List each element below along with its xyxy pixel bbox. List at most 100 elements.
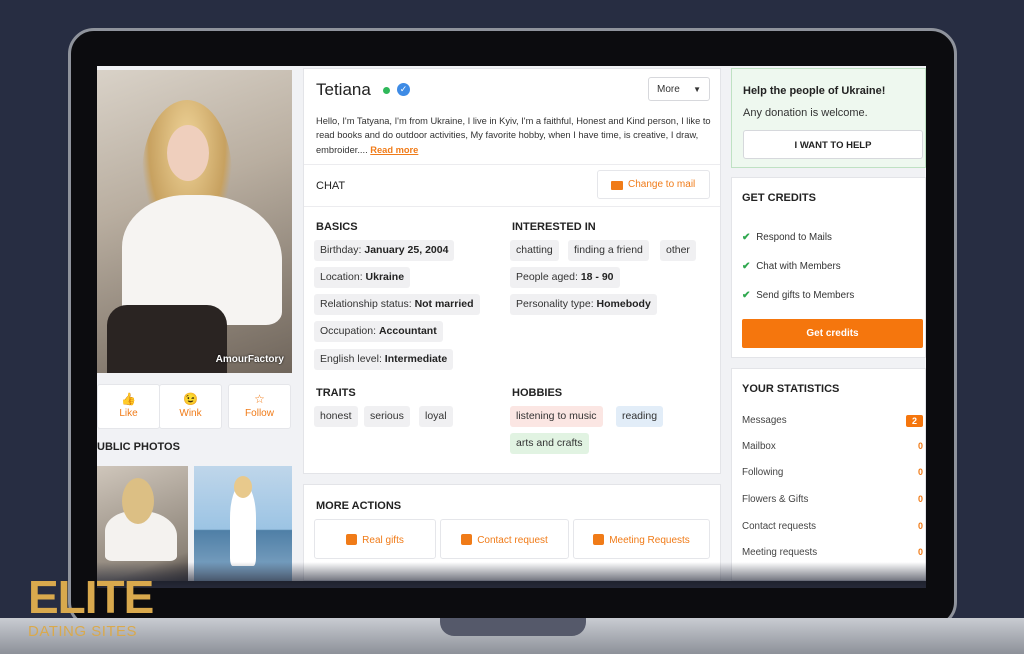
stat-row-messages[interactable]: Messages 2 [742, 415, 923, 427]
read-more-link[interactable]: Read more [370, 145, 418, 155]
follow-button[interactable]: ☆ Follow [228, 384, 291, 429]
profile-photo[interactable]: AmourFactory [97, 70, 292, 373]
change-to-mail-button[interactable]: Change to mail [597, 170, 710, 199]
thumb-figure [230, 486, 256, 566]
chevron-down-icon: ▼ [693, 85, 701, 94]
trait-tag: serious [364, 406, 410, 427]
real-gifts-button[interactable]: Real gifts [314, 519, 436, 559]
stat-value: 0 [917, 547, 923, 557]
stat-row-mailbox[interactable]: Mailbox 0 [742, 441, 923, 452]
divider [304, 206, 720, 207]
coffee-cup-icon [593, 534, 605, 545]
benefit-label: Respond to Mails [756, 232, 832, 243]
basics-chip: Location: Ukraine [314, 267, 411, 288]
hobby-tag: listening to music [510, 406, 603, 427]
stat-value: 0 [917, 441, 923, 451]
stat-value: 2 [905, 415, 923, 427]
help-title: Help the people of Ukraine! [743, 85, 886, 97]
star-icon: ☆ [254, 392, 265, 406]
profile-card: Tetiana ✓ More ▼ Hello, I'm Tatyana, I'm… [303, 68, 721, 474]
stat-row-contact-requests[interactable]: Contact requests 0 [742, 521, 923, 532]
chip-label: Relationship status: [320, 298, 412, 310]
chip-label: Birthday: [320, 244, 362, 256]
chip-value: January 25, 2004 [364, 244, 449, 256]
checkmark-icon: ✔ [742, 290, 751, 301]
stat-label: Following [742, 467, 784, 478]
stat-row-following[interactable]: Following 0 [742, 467, 923, 478]
stat-value: 0 [917, 521, 923, 531]
interest-tag: finding a friend [568, 240, 649, 261]
interest-tag: chatting [510, 240, 559, 261]
basics-title: BASICS [316, 221, 358, 233]
divider [304, 164, 720, 165]
basics-chip: Birthday: January 25, 2004 [314, 240, 455, 261]
stat-row-flowers-gifts[interactable]: Flowers & Gifts 0 [742, 494, 923, 505]
get-credits-button[interactable]: Get credits [742, 319, 923, 348]
personality-chip: Personality type: Homebody [510, 294, 657, 315]
photo-leg-shape [107, 305, 227, 373]
screen-bottom-fade [97, 562, 926, 588]
i-want-to-help-button[interactable]: I WANT TO HELP [743, 130, 923, 159]
basics-chip: Occupation: Accountant [314, 321, 443, 342]
hobbies-title: HOBBIES [512, 387, 563, 399]
chip-value: 18 - 90 [580, 271, 614, 283]
stat-label: Meeting requests [742, 547, 818, 558]
thumb-head [122, 478, 154, 524]
chip-value: Not married [414, 298, 474, 310]
wink-label: Wink [179, 408, 202, 419]
trait-tag: honest [314, 406, 358, 427]
logo-main-text: ELITE [28, 571, 154, 623]
thumbs-up-icon: 👍 [121, 392, 136, 406]
chip-value: Ukraine [365, 271, 405, 283]
chat-label: CHAT [316, 180, 346, 192]
gift-icon [346, 534, 358, 545]
hobby-tag: arts and crafts [510, 433, 589, 454]
wink-button[interactable]: 😉 Wink [159, 384, 222, 429]
photo-watermark: AmourFactory [215, 354, 284, 365]
laptop-notch [440, 618, 586, 636]
statistics-title: YOUR STATISTICS [742, 383, 840, 395]
contact-request-label: Contact request [477, 535, 548, 546]
meeting-requests-button[interactable]: Meeting Requests [573, 519, 710, 559]
get-credits-title: GET CREDITS [742, 192, 816, 204]
more-actions-title: MORE ACTIONS [316, 500, 402, 512]
verified-check-icon: ✓ [397, 83, 410, 96]
stat-row-meeting-requests[interactable]: Meeting requests 0 [742, 547, 923, 558]
basics-chip: English level: Intermediate [314, 349, 454, 370]
like-button[interactable]: 👍 Like [97, 384, 160, 429]
benefit-label: Chat with Members [756, 261, 841, 272]
contact-request-button[interactable]: Contact request [440, 519, 569, 559]
thumb-head [234, 476, 252, 498]
chip-label: English level: [320, 353, 382, 365]
stat-label: Flowers & Gifts [742, 494, 809, 505]
chip-label: Location: [320, 271, 363, 283]
meeting-requests-label: Meeting Requests [609, 535, 690, 546]
elite-dating-sites-logo: ELITE DATING SITES [0, 564, 175, 654]
get-credits-card: GET CREDITS ✔ Respond to Mails ✔ Chat with… [731, 177, 926, 358]
benefit-label: Send gifts to Members [756, 290, 855, 301]
profile-bio: Hello, I'm Tatyana, I'm from Ukraine, I … [316, 114, 716, 157]
more-dropdown[interactable]: More ▼ [648, 77, 710, 101]
trait-tag: loyal [419, 406, 453, 427]
profile-name: Tetiana [316, 80, 371, 99]
chip-value: Accountant [378, 325, 437, 337]
like-label: Like [119, 408, 138, 419]
stat-label: Contact requests [742, 521, 817, 532]
statistics-card: YOUR STATISTICS Messages 2 Mailbox 0 Fol… [731, 368, 926, 581]
stat-value: 0 [917, 494, 923, 504]
hobby-tag: reading [616, 406, 664, 427]
ukraine-help-card: Help the people of Ukraine! Any donation… [731, 68, 926, 168]
envelope-icon [611, 181, 623, 190]
public-photos-title: UBLIC PHOTOS [97, 441, 180, 453]
stat-value: 0 [917, 467, 923, 477]
online-status-icon [383, 87, 390, 94]
checkmark-icon: ✔ [742, 232, 751, 243]
follow-label: Follow [245, 408, 274, 419]
chip-value: Homebody [596, 298, 651, 310]
contact-card-icon [461, 534, 473, 545]
credits-benefit: ✔ Chat with Members [742, 261, 841, 272]
real-gifts-label: Real gifts [362, 535, 404, 546]
checkmark-icon: ✔ [742, 261, 751, 272]
photo-face-shape [167, 125, 209, 181]
chip-label: Occupation: [320, 325, 377, 337]
